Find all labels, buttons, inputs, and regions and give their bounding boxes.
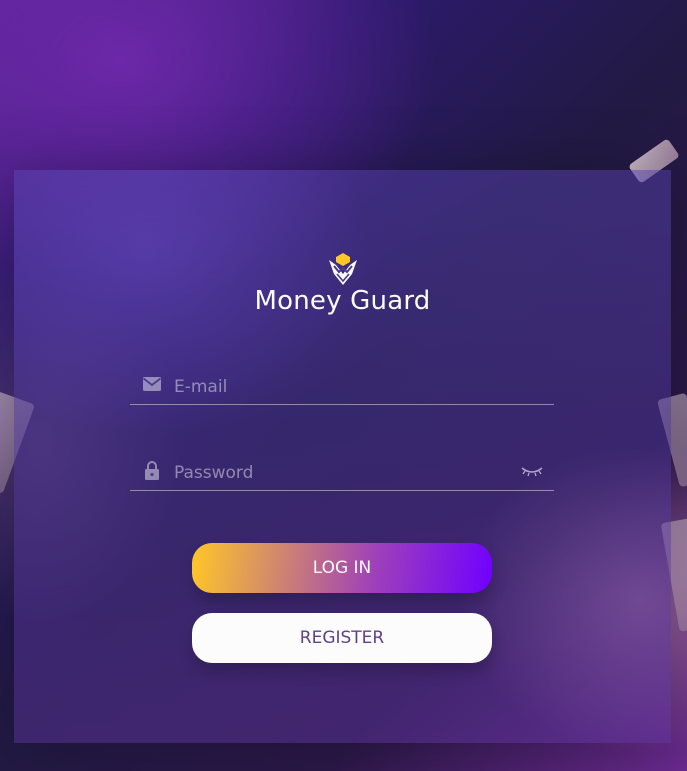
email-input[interactable] — [174, 374, 504, 400]
brand-name: Money Guard — [254, 286, 431, 316]
email-field — [130, 368, 554, 405]
password-input[interactable] — [174, 460, 504, 486]
email-envelope-icon — [142, 377, 162, 391]
money-guard-shield-icon — [329, 253, 357, 285]
register-button[interactable]: REGISTER — [192, 613, 492, 663]
login-card: Money Guard LOG IN REGISTER — [14, 170, 671, 743]
password-field — [130, 454, 554, 491]
lock-icon — [145, 461, 159, 480]
login-button[interactable]: LOG IN — [192, 543, 492, 593]
eye-closed-icon[interactable] — [520, 462, 544, 480]
